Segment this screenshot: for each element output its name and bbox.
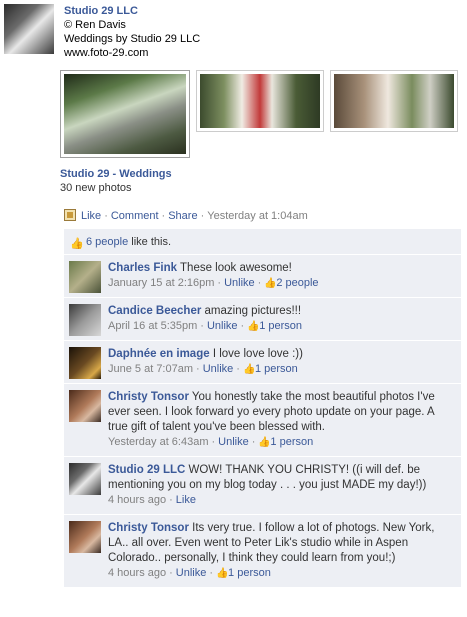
commenter-avatar[interactable]	[69, 304, 101, 336]
photo-album-icon	[64, 209, 76, 221]
action-separator: ·	[200, 210, 205, 222]
commenter-name-link[interactable]: Candice Beecher	[108, 305, 201, 317]
share-link[interactable]: Share	[168, 210, 197, 222]
meta-separator: ·	[169, 567, 173, 579]
comment-like-link[interactable]: Like	[176, 494, 196, 506]
comment-item: Christy Tonsor Its very true. I follow a…	[64, 515, 461, 588]
thumbs-up-icon: 👍	[247, 321, 260, 332]
comment-timestamp[interactable]: 4 hours ago	[108, 567, 166, 579]
comment-link[interactable]: Comment	[111, 210, 159, 222]
story-line-description: Weddings by Studio 29 LLC	[64, 33, 201, 45]
comment-timestamp[interactable]: June 5 at 7:07am	[108, 363, 193, 375]
commenter-avatar[interactable]	[69, 347, 101, 379]
feedback-panel: 👍 6 people like this. Charles Fink These …	[64, 229, 461, 588]
meta-separator: ·	[200, 320, 204, 332]
comment-item: Studio 29 LLC WOW! THANK YOU CHRISTY! ((…	[64, 457, 461, 515]
comment-text: I love love love :))	[209, 348, 303, 360]
thumbs-up-icon: 👍	[258, 437, 271, 448]
album-title-link[interactable]: Studio 29 - Weddings	[60, 167, 172, 181]
commenter-avatar[interactable]	[69, 463, 101, 495]
meta-separator: ·	[196, 363, 200, 375]
meta-separator: ·	[217, 277, 222, 289]
likers-link[interactable]: 6 people	[86, 236, 128, 248]
author-name-link[interactable]: Studio 29 LLC	[64, 4, 464, 18]
comment-likers-link[interactable]: 2 people	[276, 277, 318, 289]
commenter-name-link[interactable]: Christy Tonsor	[108, 522, 189, 534]
thumbs-up-icon: 👍	[70, 238, 84, 250]
thumbs-up-icon: 👍	[242, 364, 256, 375]
comment-text: These look awesome!	[177, 262, 292, 274]
commenter-avatar[interactable]	[69, 521, 101, 553]
action-separator: ·	[161, 210, 166, 222]
photo-thumbnail-3[interactable]	[330, 70, 458, 132]
comment-likers-link[interactable]: 1 person	[270, 436, 313, 448]
album-photo-count: 30 new photos	[60, 182, 132, 194]
website-link[interactable]: www.foto-29.com	[64, 46, 464, 60]
story-actions: Like · Comment · Share · Yesterday at 1:04am	[64, 209, 308, 223]
photo-strip	[60, 70, 460, 160]
thumbs-up-icon: 👍	[216, 568, 229, 579]
like-link[interactable]: Like	[81, 210, 101, 222]
likes-suffix: like this.	[128, 236, 172, 248]
photo-image	[64, 74, 186, 154]
photo-thumbnail-1[interactable]	[60, 70, 190, 158]
meta-separator: ·	[257, 277, 262, 289]
likes-summary: 👍 6 people like this.	[64, 229, 461, 255]
commenter-name-link[interactable]: Charles Fink	[108, 262, 177, 274]
story-body: Studio 29 LLC © Ren Davis Weddings by St…	[64, 4, 464, 60]
action-separator: ·	[104, 210, 108, 222]
thumbs-up-icon: 👍	[264, 278, 277, 289]
commenter-name-link[interactable]: Studio 29 LLC	[108, 464, 185, 476]
comment-text: amazing pictures!!!	[201, 305, 302, 317]
comment-likers-link[interactable]: 1 person	[255, 363, 298, 375]
commenter-name-link[interactable]: Christy Tonsor	[108, 391, 189, 403]
meta-separator: ·	[209, 567, 214, 579]
story-line-copyright: © Ren Davis	[64, 19, 126, 31]
comment-unlike-link[interactable]: Unlike	[203, 363, 234, 375]
comment-timestamp[interactable]: Yesterday at 6:43am	[108, 436, 209, 448]
meta-separator: ·	[251, 436, 256, 448]
author-avatar[interactable]	[4, 4, 54, 54]
commenter-avatar[interactable]	[69, 390, 101, 422]
photo-thumbnail-2[interactable]	[196, 70, 324, 132]
comment-timestamp[interactable]: April 16 at 5:35pm	[108, 320, 197, 332]
comment-unlike-link[interactable]: Unlike	[218, 436, 249, 448]
comment-likers-link[interactable]: 1 person	[228, 567, 271, 579]
comment-timestamp[interactable]: 4 hours ago	[108, 494, 166, 506]
meta-separator: ·	[211, 436, 216, 448]
comment-item: Daphnée en image I love love love :)) Ju…	[64, 341, 461, 384]
meta-separator: ·	[169, 494, 173, 506]
meta-separator: ·	[236, 363, 240, 375]
story-timestamp[interactable]: Yesterday at 1:04am	[207, 210, 308, 222]
commenter-avatar[interactable]	[69, 261, 101, 293]
commenter-name-link[interactable]: Daphnée en image	[108, 348, 210, 360]
comment-unlike-link[interactable]: Unlike	[224, 277, 255, 289]
comment-unlike-link[interactable]: Unlike	[176, 567, 207, 579]
photo-image	[334, 74, 454, 128]
comment-timestamp[interactable]: January 15 at 2:16pm	[108, 277, 214, 289]
comment-unlike-link[interactable]: Unlike	[207, 320, 238, 332]
comment-likers-link[interactable]: 1 person	[259, 320, 302, 332]
photo-image	[200, 74, 320, 128]
comment-item: Christy Tonsor You honestly take the mos…	[64, 384, 461, 457]
meta-separator: ·	[240, 320, 245, 332]
comment-item: Charles Fink These look awesome! January…	[64, 255, 461, 298]
comment-item: Candice Beecher amazing pictures!!! Apri…	[64, 298, 461, 341]
